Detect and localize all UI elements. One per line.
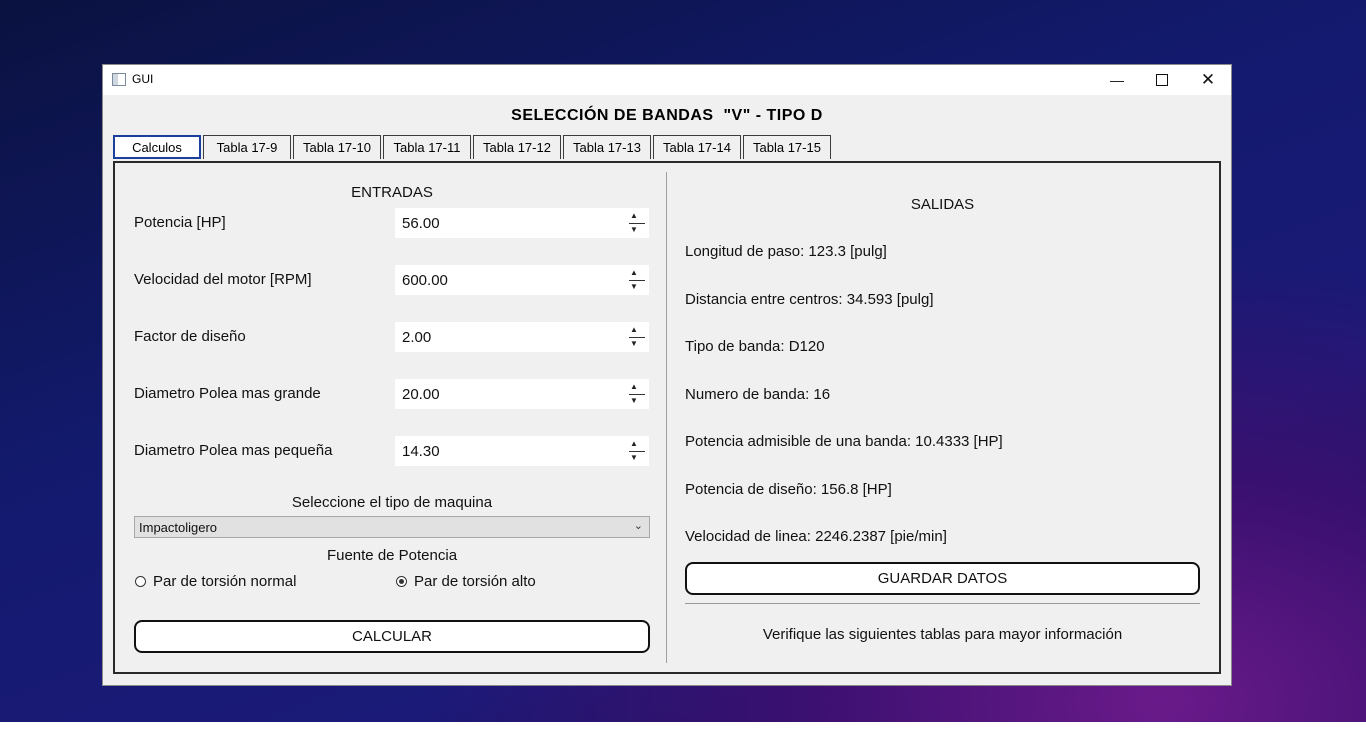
polea-grande-spinbox[interactable]: 20.00 ▲ ▼ [395,379,649,409]
factor-value[interactable]: 2.00 [402,329,431,346]
tab-tabla-17-10[interactable]: Tabla 17-10 [293,135,381,159]
field-label-polea-pequena: Diametro Polea mas pequeña [134,442,333,459]
radio-normal-label[interactable]: Par de torsión normal [153,573,296,590]
radio-normal-torque[interactable] [135,576,146,587]
velocidad-spinbox[interactable]: 600.00 ▲ ▼ [395,265,649,295]
tab-tabla-17-13[interactable]: Tabla 17-13 [563,135,651,159]
outputs-title: SALIDAS [910,196,975,213]
field-label-factor: Factor de diseño [134,328,246,345]
output-distancia: Distancia entre centros: 34.593 [pulg] [685,291,934,308]
radio-high-label[interactable]: Par de torsión alto [414,573,536,590]
taskbar-strip [0,722,1366,739]
column-divider [666,172,667,663]
tables-note: Verifique las siguientes tablas para may… [762,626,1123,643]
field-label-velocidad: Velocidad del motor [RPM] [134,271,312,288]
app-window: GUI — ✕ SELECCIÓN DE BANDAS "V" - TIPO D… [103,65,1231,685]
title-bar: GUI — ✕ [103,65,1231,95]
calcular-button[interactable]: CALCULAR [134,620,650,653]
guardar-datos-button[interactable]: GUARDAR DATOS [685,562,1200,595]
spin-arrows-icon[interactable]: ▲ ▼ [626,323,648,351]
machine-type-select[interactable]: Impactoligero ⌄ [134,516,650,538]
output-potencia-admisible: Potencia admisible de una banda: 10.4333… [685,433,1003,450]
calculos-panel [113,161,1221,674]
window-title: GUI [132,72,154,86]
tab-calculos[interactable]: Calculos [113,135,201,159]
output-tipo-banda: Tipo de banda: D120 [685,338,825,355]
velocidad-value[interactable]: 600.00 [402,272,448,289]
spin-arrows-icon[interactable]: ▲ ▼ [626,266,648,294]
machine-type-label: Seleccione el tipo de maquina [291,494,493,511]
output-numero-banda: Numero de banda: 16 [685,386,831,403]
polea-pequena-spinbox[interactable]: 14.30 ▲ ▼ [395,436,649,466]
potencia-spinbox[interactable]: 56.00 ▲ ▼ [395,208,649,238]
tab-tabla-17-12[interactable]: Tabla 17-12 [473,135,561,159]
polea-grande-value[interactable]: 20.00 [402,386,440,403]
radio-high-torque[interactable] [396,576,407,587]
minimize-icon[interactable]: — [1094,65,1140,95]
machine-type-value: Impactoligero [139,520,218,535]
page-title: SELECCIÓN DE BANDAS "V" - TIPO D [511,107,823,124]
output-velocidad-linea: Velocidad de linea: 2246.2387 [pie/min] [685,528,947,545]
output-divider [685,603,1200,604]
app-icon [112,73,126,86]
close-icon[interactable]: ✕ [1185,65,1231,95]
tab-tabla-17-14[interactable]: Tabla 17-14 [653,135,741,159]
potencia-value[interactable]: 56.00 [402,215,440,232]
spin-arrows-icon[interactable]: ▲ ▼ [626,209,648,237]
field-label-polea-grande: Diametro Polea mas grande [134,385,321,402]
inputs-title: ENTRADAS [351,184,433,201]
output-longitud: Longitud de paso: 123.3 [pulg] [685,243,887,260]
field-label-potencia: Potencia [HP] [134,214,226,231]
output-potencia-diseno: Potencia de diseño: 156.8 [HP] [685,481,892,498]
tab-tabla-17-11[interactable]: Tabla 17-11 [383,135,471,159]
spin-arrows-icon[interactable]: ▲ ▼ [626,437,648,465]
chevron-down-icon: ⌄ [633,520,643,532]
polea-pequena-value[interactable]: 14.30 [402,443,440,460]
tab-tabla-17-15[interactable]: Tabla 17-15 [743,135,831,159]
power-source-label: Fuente de Potencia [326,547,458,564]
tab-tabla-17-9[interactable]: Tabla 17-9 [203,135,291,159]
spin-arrows-icon[interactable]: ▲ ▼ [626,380,648,408]
factor-spinbox[interactable]: 2.00 ▲ ▼ [395,322,649,352]
maximize-icon[interactable] [1139,65,1185,95]
